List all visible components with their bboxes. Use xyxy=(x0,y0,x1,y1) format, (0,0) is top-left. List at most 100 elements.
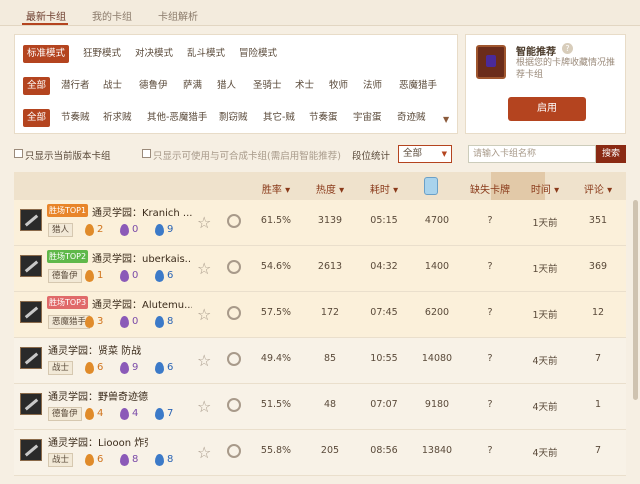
popularity-cell: 205 xyxy=(320,445,340,456)
popularity-cell: 85 xyxy=(323,353,337,364)
tab-latest-decks[interactable]: 最新卡组 xyxy=(26,8,66,23)
header-winrate[interactable]: 胜率 ▾ xyxy=(262,181,290,196)
copy-deck-icon[interactable] xyxy=(227,444,241,458)
table-row[interactable]: 胜场TOP3 通灵学园：Alutemu... 恶魔猎手 3 0 8 ☆ 57.5… xyxy=(14,292,626,338)
archetype-tempo-egg[interactable]: 节奏蛋 xyxy=(309,109,338,127)
class-demon-hunter[interactable]: 恶魔猎手 xyxy=(399,77,437,95)
select-caret-icon: ▼ xyxy=(441,150,447,158)
current-version-label[interactable]: 只显示当前版本卡组 xyxy=(25,148,111,162)
class-paladin[interactable]: 圣骑士 xyxy=(253,77,282,95)
mode-standard[interactable]: 标准模式 xyxy=(23,45,70,63)
comments-cell: 369 xyxy=(588,261,608,272)
deck-name-link[interactable]: 通灵学园：Kranich ... xyxy=(92,204,192,219)
rare-count: 6 xyxy=(167,362,174,373)
dust-cost-cell: 13840 xyxy=(421,445,453,456)
help-icon[interactable]: ? xyxy=(562,43,573,54)
class-mage[interactable]: 法师 xyxy=(363,77,382,95)
rank-badge: 胜场TOP1 xyxy=(47,204,89,217)
arcane-dust-icon[interactable] xyxy=(424,177,438,195)
deck-name-link[interactable]: 通灵学园：Alutemu... xyxy=(92,296,192,311)
copy-deck-icon[interactable] xyxy=(227,352,241,366)
header-popularity[interactable]: 热度 ▾ xyxy=(316,181,344,196)
smart-recommend-panel: 智能推荐 ? 根据您的卡牌收藏情况推荐卡组 启用 xyxy=(465,34,626,134)
tab-deck-analysis[interactable]: 卡组解析 xyxy=(158,8,198,23)
copy-deck-icon[interactable] xyxy=(227,260,241,274)
rank-label: 段位统计 xyxy=(352,151,391,162)
copy-deck-icon[interactable] xyxy=(227,306,241,320)
archetype-other-dh[interactable]: 其他-恶魔猎手 xyxy=(147,109,207,127)
enable-button[interactable]: 启用 xyxy=(508,97,586,121)
favorite-star-icon[interactable]: ☆ xyxy=(197,351,211,370)
class-tag: 战士 xyxy=(48,453,74,467)
archetype-cosmic-egg[interactable]: 宇宙蛋 xyxy=(353,109,382,127)
header-time[interactable]: 时间 ▾ xyxy=(531,181,559,196)
table-row[interactable]: 通灵学园：贤菜 防战 战士 6 9 6 ☆ 49.4% 85 10:55 140… xyxy=(14,338,626,384)
favorite-star-icon[interactable]: ☆ xyxy=(197,213,211,232)
mode-adventure[interactable]: 冒险模式 xyxy=(239,45,277,63)
deck-name-link[interactable]: 通灵学园：野兽奇迹德 xyxy=(48,388,148,403)
legendary-gem-icon xyxy=(85,454,94,466)
class-portrait-icon xyxy=(20,347,42,369)
class-rogue[interactable]: 潜行者 xyxy=(61,77,90,95)
dust-cost-cell: 14080 xyxy=(421,353,453,364)
craftable-checkbox[interactable] xyxy=(142,149,151,158)
dust-cost-cell: 9180 xyxy=(424,399,450,410)
mode-wild[interactable]: 狂野模式 xyxy=(83,45,121,63)
rare-gem-icon xyxy=(155,224,164,236)
tab-my-decks[interactable]: 我的卡组 xyxy=(92,8,132,23)
search-button[interactable]: 搜索 xyxy=(596,145,626,163)
copy-deck-icon[interactable] xyxy=(227,214,241,228)
favorite-star-icon[interactable]: ☆ xyxy=(197,443,211,462)
table-row[interactable]: 通灵学园：Liooon 炸弹战 战士 6 8 8 ☆ 55.8% 205 08:… xyxy=(14,430,626,476)
epic-count: 4 xyxy=(132,408,139,419)
missing-cards-cell: ? xyxy=(487,261,493,272)
header-duration[interactable]: 耗时 ▾ xyxy=(370,181,398,196)
header-missing-cards: 缺失卡牌 xyxy=(470,185,510,196)
missing-cards-cell: ? xyxy=(487,307,493,318)
winrate-cell: 51.5% xyxy=(260,399,292,410)
favorite-star-icon[interactable]: ☆ xyxy=(197,305,211,324)
table-row[interactable]: 胜场TOP2 通灵学园：uberkais... 德鲁伊 1 0 6 ☆ 54.6… xyxy=(14,246,626,292)
recommend-title: 智能推荐 xyxy=(516,47,556,58)
class-warlock[interactable]: 术士 xyxy=(295,77,314,95)
rank-select[interactable]: 全部 ▼ xyxy=(398,145,452,163)
archetype-other-rogue[interactable]: 其它-贼 xyxy=(263,109,295,127)
options-bar: 只显示当前版本卡组 只显示可使用与可合成卡组(需启用智能推荐) 段位统计 全部 … xyxy=(14,145,626,165)
page-scrollbar[interactable] xyxy=(633,200,638,400)
epic-gem-icon xyxy=(120,362,129,374)
header-comments[interactable]: 评论 ▾ xyxy=(584,181,612,196)
archetype-quest-rogue[interactable]: 祈求贼 xyxy=(103,109,132,127)
archetype-all[interactable]: 全部 xyxy=(23,109,51,127)
legendary-count: 6 xyxy=(97,454,104,465)
missing-cards-cell: ? xyxy=(487,353,493,364)
archetype-thief-rogue[interactable]: 剽窃贼 xyxy=(219,109,248,127)
table-row[interactable]: 通灵学园：野兽奇迹德 德鲁伊 4 4 7 ☆ 51.5% 48 07:07 91… xyxy=(14,384,626,430)
favorite-star-icon[interactable]: ☆ xyxy=(197,259,211,278)
class-all[interactable]: 全部 xyxy=(23,77,51,95)
class-priest[interactable]: 牧师 xyxy=(329,77,348,95)
mode-brawl[interactable]: 乱斗模式 xyxy=(187,45,225,63)
archetype-miracle-rogue[interactable]: 奇迹贼 xyxy=(397,109,426,127)
duration-cell: 07:07 xyxy=(370,399,398,410)
class-hunter[interactable]: 猎人 xyxy=(217,77,236,95)
current-version-checkbox[interactable] xyxy=(14,149,23,158)
duration-cell: 05:15 xyxy=(370,215,398,226)
copy-deck-icon[interactable] xyxy=(227,398,241,412)
comments-cell: 351 xyxy=(588,215,608,226)
class-warrior[interactable]: 战士 xyxy=(103,77,122,95)
mode-duels[interactable]: 对决模式 xyxy=(135,45,173,63)
class-druid[interactable]: 德鲁伊 xyxy=(139,77,168,95)
deck-name-link[interactable]: 通灵学园：贤菜 防战 xyxy=(48,342,141,357)
deck-search-input[interactable]: 请输入卡组名称 xyxy=(468,145,596,163)
class-shaman[interactable]: 萨满 xyxy=(183,77,202,95)
archetype-tempo-rogue[interactable]: 节奏贼 xyxy=(61,109,90,127)
deck-name-link[interactable]: 通灵学园：uberkais... xyxy=(92,250,192,265)
epic-count: 0 xyxy=(132,270,139,281)
top-tabs: 最新卡组 我的卡组 卡组解析 xyxy=(0,0,640,26)
craftable-label[interactable]: 只显示可使用与可合成卡组(需启用智能推荐) xyxy=(153,148,341,162)
table-row[interactable]: 胜场TOP1 通灵学园：Kranich ... 猎人 2 0 9 ☆ 61.5%… xyxy=(14,200,626,246)
deck-name-link[interactable]: 通灵学园：Liooon 炸弹战 xyxy=(48,434,148,449)
expand-chevron-down-icon[interactable]: ▼ xyxy=(443,115,449,124)
epic-count: 8 xyxy=(132,454,139,465)
favorite-star-icon[interactable]: ☆ xyxy=(197,397,211,416)
